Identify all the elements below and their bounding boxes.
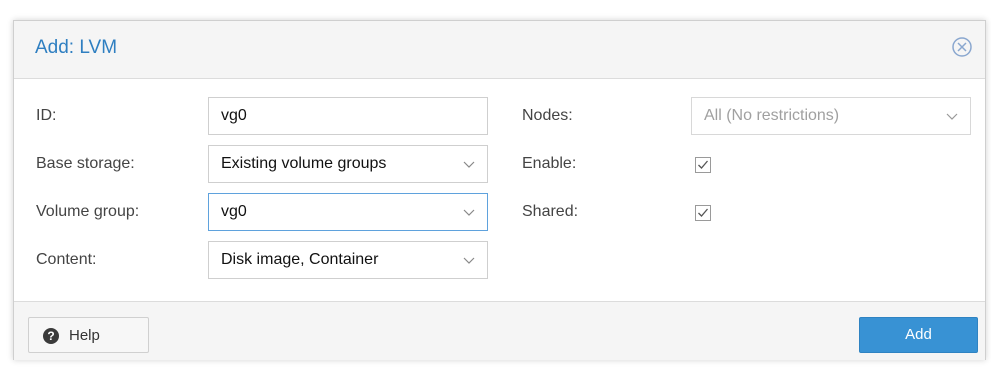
content-value: Disk image, Container: [221, 251, 379, 268]
base-storage-label: Base storage:: [36, 155, 135, 172]
id-input[interactable]: vg0: [208, 97, 488, 135]
help-button[interactable]: ? Help: [28, 317, 149, 353]
nodes-select[interactable]: All (No restrictions): [691, 97, 971, 135]
add-button[interactable]: Add: [859, 317, 978, 353]
checkmark-icon: [698, 208, 708, 217]
content-label: Content:: [36, 251, 97, 268]
content-select[interactable]: Disk image, Container: [208, 241, 488, 279]
volume-group-value: vg0: [221, 203, 247, 220]
base-storage-select[interactable]: Existing volume groups: [208, 145, 488, 183]
id-label: ID:: [36, 107, 57, 124]
add-lvm-dialog: Add: LVM ID: vg0 Base storage: Existing …: [13, 20, 986, 360]
nodes-placeholder: All (No restrictions): [704, 107, 840, 124]
chevron-down-icon: [463, 161, 475, 168]
volume-group-label: Volume group:: [36, 203, 140, 220]
question-circle-icon: ?: [43, 328, 59, 344]
help-button-label: Help: [69, 327, 100, 344]
chevron-down-icon: [946, 113, 958, 120]
chevron-down-icon: [463, 209, 475, 216]
checkmark-icon: [698, 160, 708, 169]
dialog-title: Add: LVM: [35, 37, 118, 58]
chevron-down-icon: [463, 257, 475, 264]
volume-group-select[interactable]: vg0: [208, 193, 488, 231]
id-value: vg0: [221, 107, 247, 124]
enable-checkbox[interactable]: [695, 157, 711, 173]
shared-label: Shared:: [522, 203, 579, 220]
nodes-label: Nodes:: [522, 107, 573, 124]
base-storage-value: Existing volume groups: [221, 155, 387, 172]
dialog-body: ID: vg0 Base storage: Existing volume gr…: [14, 78, 985, 302]
dialog-footer: ? Help Add: [14, 303, 985, 360]
close-icon[interactable]: [951, 36, 973, 58]
enable-label: Enable:: [522, 155, 577, 172]
shared-checkbox[interactable]: [695, 205, 711, 221]
dialog-header: Add: LVM: [14, 21, 985, 77]
